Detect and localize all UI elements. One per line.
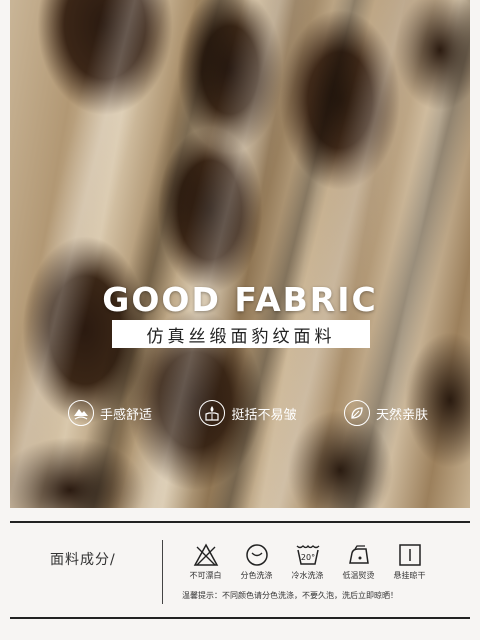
feature-item-comfort: 手感舒适 — [68, 400, 152, 426]
cold-wash-temp: 20° — [300, 553, 314, 562]
feature-item-skin-friendly: 天然亲肤 — [343, 400, 428, 426]
fabric-hero-image: GOOD FABRIC 仿真丝缎面豹纹面料 手感舒适 挺括不易皱 天然亲肤 — [10, 0, 470, 508]
hang-dry-icon — [398, 544, 421, 566]
vertical-divider — [162, 540, 163, 604]
care-item-hang-dry: 悬挂晾干 — [384, 543, 435, 581]
section-divider-top — [10, 521, 470, 523]
care-item-low-iron: 低温熨烫 — [333, 543, 384, 581]
hero-subtitle: 仿真丝缎面豹纹面料 — [112, 320, 370, 348]
feature-label: 天然亲肤 — [375, 407, 428, 423]
section-divider-bottom — [10, 617, 470, 619]
leaf-icon — [343, 400, 370, 426]
care-label: 分色洗涤 — [240, 571, 273, 580]
care-instructions: 不可漂白 分色洗涤 20° 冷水洗涤 低温熨烫 悬挂晾干 — [180, 543, 435, 581]
feature-item-wrinkle-free: 挺括不易皱 — [199, 400, 297, 426]
care-note: 温馨提示：不同颜色请分色洗涤，不要久泡，洗后立即晾晒！ — [182, 591, 398, 600]
hero-subtitle-text: 仿真丝缎面豹纹面料 — [146, 326, 336, 347]
care-label: 低温熨烫 — [342, 571, 375, 580]
product-detail-page: GOOD FABRIC 仿真丝缎面豹纹面料 手感舒适 挺括不易皱 天然亲肤 面料… — [0, 0, 480, 640]
care-label: 不可漂白 — [189, 571, 222, 580]
no-bleach-icon — [193, 543, 218, 566]
feature-label: 挺括不易皱 — [231, 407, 297, 423]
cold-wash-icon: 20° — [296, 544, 319, 565]
care-item-no-bleach: 不可漂白 — [180, 543, 231, 581]
mountain-hand-icon — [68, 400, 94, 426]
hero-title: GOOD FABRIC — [102, 280, 378, 319]
low-iron-icon — [348, 545, 369, 564]
care-item-cold-wash: 20° 冷水洗涤 — [282, 543, 333, 581]
feature-label: 手感舒适 — [100, 407, 153, 423]
care-item-separate-wash: 分色洗涤 — [231, 543, 282, 581]
separate-wash-icon — [245, 544, 268, 566]
composition-label: 面料成分/ — [50, 552, 116, 568]
feature-list: 手感舒适 挺括不易皱 天然亲肤 — [68, 400, 428, 426]
care-label: 冷水洗涤 — [291, 571, 324, 580]
care-label: 悬挂晾干 — [393, 571, 426, 580]
shirt-drop-icon — [199, 400, 226, 426]
